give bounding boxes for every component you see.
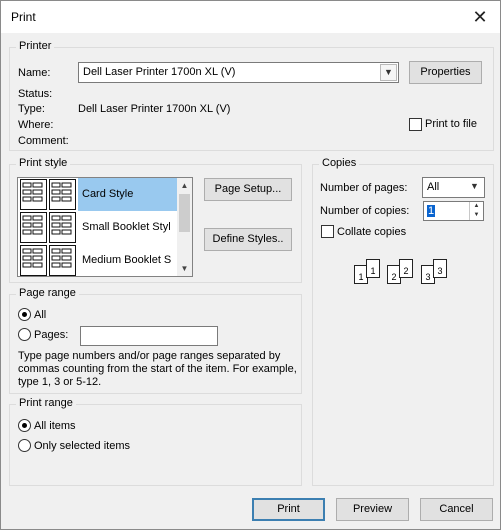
number-of-pages-label: Number of pages: xyxy=(320,182,408,194)
collate-page: 1 xyxy=(366,259,380,278)
close-icon[interactable]: ✕ xyxy=(468,5,492,29)
collate-checkbox[interactable] xyxy=(321,225,334,238)
print-range-all-items-label[interactable]: All items xyxy=(34,420,76,432)
collate-page: 3 xyxy=(433,259,447,278)
chevron-down-icon[interactable]: ▼ xyxy=(380,64,397,81)
number-of-pages-value: All xyxy=(427,181,440,193)
booklet-style-icon xyxy=(20,245,47,276)
type-label: Type: xyxy=(18,103,45,115)
card-style-icon xyxy=(49,179,76,210)
style-list-scrollbar[interactable]: ▲ ▼ xyxy=(177,178,192,276)
booklet-style-icon xyxy=(20,212,47,243)
number-of-copies-value[interactable]: 1 xyxy=(427,205,436,217)
scroll-up-icon[interactable]: ▲ xyxy=(177,178,192,193)
style-item-small-booklet[interactable]: Small Booklet Styl xyxy=(18,211,190,244)
page-range-pages-radio[interactable] xyxy=(18,328,31,341)
print-to-file-checkbox[interactable] xyxy=(409,118,422,131)
printer-name-value: Dell Laser Printer 1700n XL (V) xyxy=(83,66,236,78)
collate-label[interactable]: Collate copies xyxy=(337,226,406,238)
scroll-thumb[interactable] xyxy=(179,194,190,232)
page-range-pages-input[interactable] xyxy=(80,326,218,346)
where-label: Where: xyxy=(18,119,54,131)
print-range-selected-items-radio[interactable] xyxy=(18,439,31,452)
collate-page: 2 xyxy=(399,259,413,278)
preview-button[interactable]: Preview xyxy=(336,498,409,521)
print-to-file-label[interactable]: Print to file xyxy=(425,118,477,130)
spin-down-icon[interactable]: ▼ xyxy=(470,211,483,220)
window-title: Print xyxy=(11,10,36,24)
comment-label: Comment: xyxy=(18,135,69,147)
copies-group-label: Copies xyxy=(319,157,360,169)
print-button[interactable]: Print xyxy=(252,498,325,521)
booklet-style-icon xyxy=(49,245,76,276)
chevron-down-icon[interactable]: ▼ xyxy=(466,179,483,196)
number-of-pages-select[interactable]: All ▼ xyxy=(422,177,485,198)
number-of-copies-label: Number of copies: xyxy=(320,205,410,217)
title-bar: Print ✕ xyxy=(1,1,500,33)
copies-spinner[interactable]: ▲ ▼ xyxy=(469,202,483,220)
print-range-group-label: Print range xyxy=(16,397,76,409)
style-item-label: Card Style xyxy=(82,188,134,200)
print-range-selected-items-label[interactable]: Only selected items xyxy=(34,440,130,452)
print-range-all-items-radio[interactable] xyxy=(18,419,31,432)
page-setup-button[interactable]: Page Setup... xyxy=(204,178,292,201)
collate-illustration: 1 1 2 2 3 3 xyxy=(351,257,455,291)
style-item-medium-booklet[interactable]: Medium Booklet S xyxy=(18,244,190,276)
number-of-copies-stepper[interactable]: 1 ▲ ▼ xyxy=(423,201,484,221)
card-style-icon xyxy=(20,179,47,210)
style-item-card[interactable]: Card Style xyxy=(18,178,190,211)
booklet-style-icon xyxy=(49,212,76,243)
page-range-all-label[interactable]: All xyxy=(34,309,46,321)
type-value: Dell Laser Printer 1700n XL (V) xyxy=(78,103,231,115)
printer-name-label: Name: xyxy=(18,67,51,79)
cancel-button[interactable]: Cancel xyxy=(420,498,493,521)
page-range-pages-label[interactable]: Pages: xyxy=(34,329,68,341)
print-style-list[interactable]: Card Style Small Booklet Styl Medium Boo… xyxy=(17,177,193,277)
status-label: Status: xyxy=(18,88,53,100)
page-range-all-radio[interactable] xyxy=(18,308,31,321)
spin-up-icon[interactable]: ▲ xyxy=(470,202,483,211)
printer-group-label: Printer xyxy=(16,40,55,52)
page-range-help-text: Type page numbers and/or page ranges sep… xyxy=(18,350,297,388)
page-range-group-label: Page range xyxy=(16,287,79,299)
style-item-label: Medium Booklet S xyxy=(82,254,172,266)
printer-name-select[interactable]: Dell Laser Printer 1700n XL (V) ▼ xyxy=(78,62,399,83)
properties-button[interactable]: Properties xyxy=(409,61,482,84)
define-styles-button[interactable]: Define Styles.. xyxy=(204,228,292,251)
scroll-down-icon[interactable]: ▼ xyxy=(177,261,192,276)
print-style-group-label: Print style xyxy=(16,157,71,169)
print-dialog: Print ✕ Printer Name: Dell Laser Printer… xyxy=(0,0,501,530)
style-item-label: Small Booklet Styl xyxy=(82,221,171,233)
